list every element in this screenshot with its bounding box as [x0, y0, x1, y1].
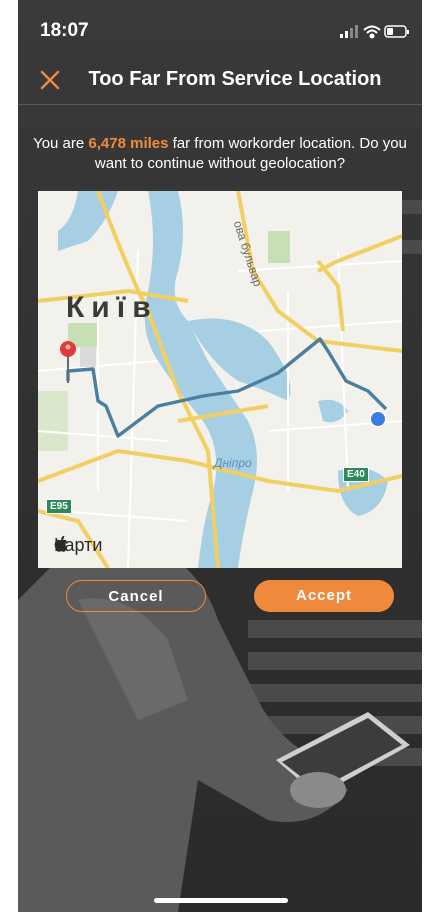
map-view[interactable]: Київ Дніпро ова бульвар E40 E95 Карти [38, 191, 402, 568]
status-bar: 18:07 [18, 0, 422, 60]
current-location-icon [369, 410, 387, 428]
message-prefix: You are [33, 135, 89, 152]
page-title: Too Far From Service Location [88, 68, 382, 90]
status-icons [340, 25, 409, 39]
maps-brand: Карти [54, 535, 102, 556]
map-graphic [38, 191, 402, 568]
phone-screen: 18:07 Too Far From Service Location You … [18, 0, 422, 912]
battery-icon [384, 25, 409, 38]
nav-bar: Too Far From Service Location [18, 60, 422, 104]
map-river-label: Дніпро [214, 456, 252, 470]
wifi-icon [363, 25, 381, 39]
distance-value: 6,478 miles [88, 135, 169, 152]
home-indicator[interactable] [154, 898, 288, 903]
road-badge-e95: E95 [46, 499, 72, 514]
road-badge-e40: E40 [343, 467, 369, 482]
cancel-button[interactable]: Cancel [66, 580, 206, 612]
apple-logo-icon [54, 535, 68, 552]
nav-divider [18, 104, 422, 105]
signal-icon [340, 25, 358, 38]
accept-button[interactable]: Accept [254, 580, 394, 612]
map-city-label: Київ [66, 291, 158, 324]
status-time: 18:07 [40, 20, 89, 41]
distance-message: You are 6,478 miles far from workorder l… [32, 134, 408, 174]
